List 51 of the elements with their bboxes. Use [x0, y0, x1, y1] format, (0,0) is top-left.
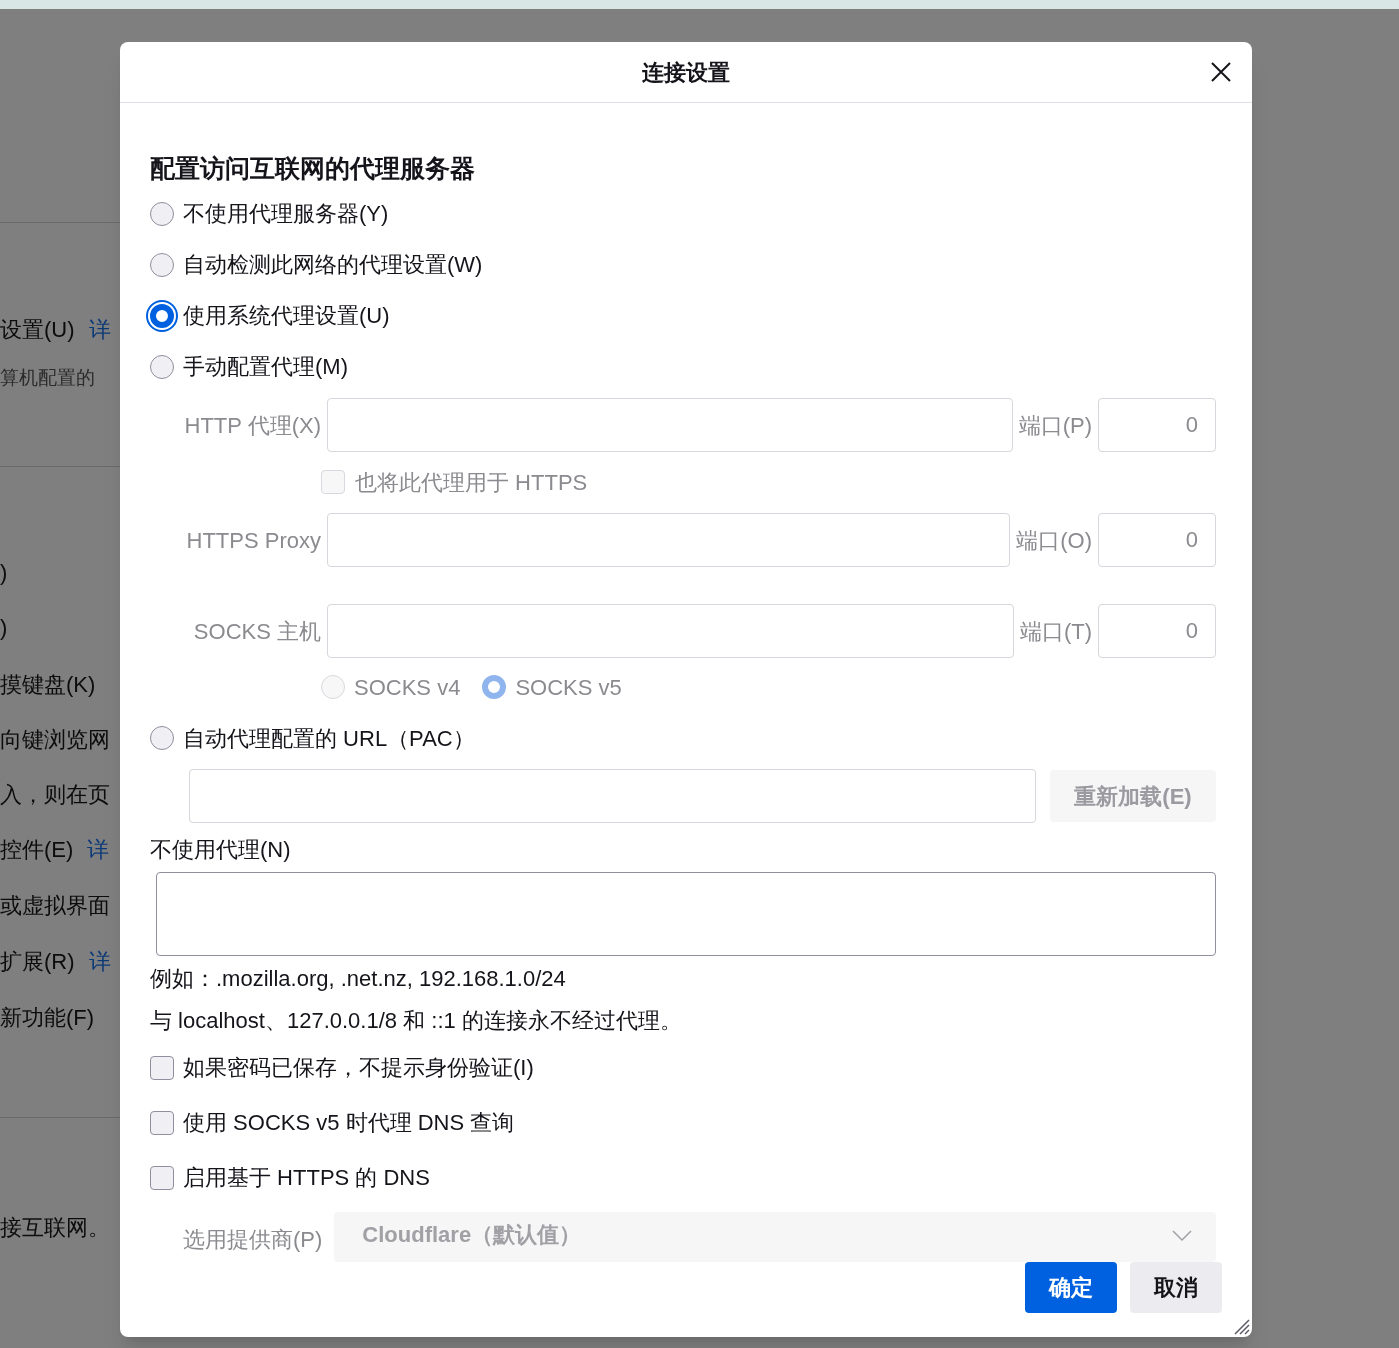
background-text: ) — [0, 614, 8, 642]
background-text: 设置(U) — [0, 316, 75, 344]
checkbox[interactable] — [150, 1165, 174, 1190]
background-text: 或虚拟界面 — [0, 892, 110, 920]
dialog-title: 连接设置 — [642, 58, 730, 87]
radio-label: SOCKS v4 — [354, 673, 461, 702]
radio-label: 自动代理配置的 URL（PAC） — [183, 724, 475, 753]
checkbox[interactable] — [150, 1110, 174, 1135]
background-text: 算机配置的 — [0, 366, 95, 390]
field-label: HTTPS Proxy — [185, 526, 322, 555]
radio-button[interactable] — [150, 303, 174, 328]
radio-label: 手动配置代理(M) — [183, 353, 348, 381]
radio-button[interactable] — [150, 726, 174, 750]
note-text: 与 localhost、127.0.0.1/8 和 ::1 的连接永不经过代理。 — [150, 1006, 682, 1035]
radio-label: 不使用代理服务器(Y) — [183, 200, 389, 228]
background-text: 摸键盘(K) — [0, 671, 96, 699]
background-text: 控件(E) — [0, 836, 74, 864]
background-text: 扩展(R) — [0, 948, 75, 976]
checkbox-label: 也将此代理用于 HTTPS — [355, 468, 588, 497]
close-icon[interactable] — [1210, 61, 1232, 83]
radio-label: 自动检测此网络的代理设置(W) — [183, 251, 483, 279]
background-text: 入，则在页 — [0, 781, 110, 809]
field-label: 选用提供商(P) — [183, 1225, 323, 1254]
section-heading: 配置访问互联网的代理服务器 — [150, 153, 476, 185]
background-text: 向键浏览网 — [0, 726, 110, 754]
ok-button[interactable]: 确定 — [1025, 1262, 1117, 1313]
checkbox-label: 使用 SOCKS v5 时代理 DNS 查询 — [183, 1109, 515, 1137]
checkbox-label: 启用基于 HTTPS 的 DNS — [183, 1164, 430, 1192]
radio-button[interactable] — [150, 354, 174, 379]
chevron-down-icon — [1172, 1230, 1192, 1242]
link[interactable]: 详 — [88, 316, 111, 344]
link[interactable]: 详 — [88, 948, 111, 976]
radio-label: SOCKS v5 — [515, 673, 622, 702]
cancel-button[interactable]: 取消 — [1130, 1262, 1222, 1313]
example-text: 例如：.mozilla.org, .net.nz, 192.168.1.0/24 — [150, 964, 566, 993]
background-text: 接互联网。 — [0, 1214, 110, 1242]
field-label: 端口(T) — [1018, 617, 1093, 646]
field-label: HTTP 代理(X) — [183, 411, 322, 440]
text-area[interactable] — [156, 872, 1216, 956]
field-label: SOCKS 主机 — [192, 617, 322, 646]
background-text: 新功能(F) — [0, 1004, 95, 1032]
field-label: 端口(O) — [1015, 526, 1093, 555]
field-label: 端口(P) — [1017, 411, 1093, 440]
checkbox-label: 如果密码已保存，不提示身份验证(I) — [183, 1054, 534, 1082]
checkbox[interactable] — [150, 1055, 174, 1080]
radio-button[interactable] — [150, 252, 174, 277]
radio-label: 使用系统代理设置(U) — [183, 302, 390, 330]
radio-button[interactable] — [150, 201, 174, 226]
link[interactable]: 详 — [87, 836, 110, 864]
field-label: 不使用代理(N) — [150, 835, 291, 864]
background-text: ) — [0, 559, 8, 587]
